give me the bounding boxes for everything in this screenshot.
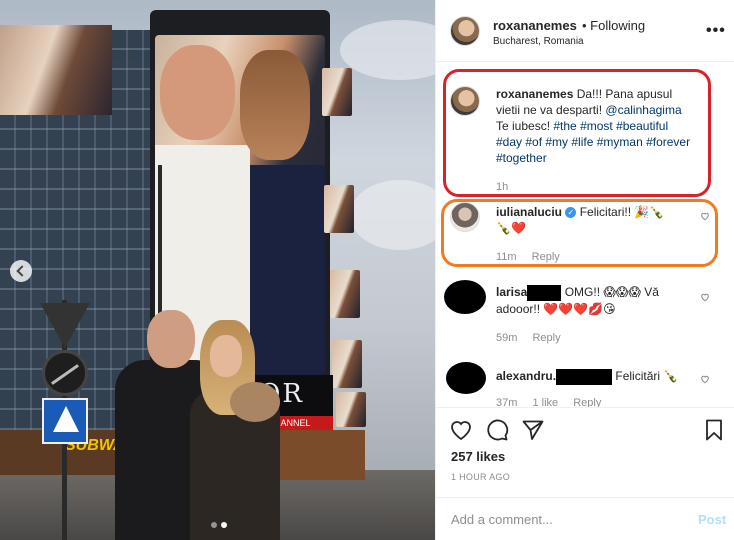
comment-meta: 37m 1 like Reply [496, 397, 601, 407]
post-timestamp[interactable]: 1 HOUR AGO [451, 472, 510, 482]
carousel-dot [211, 522, 217, 528]
more-options-icon[interactable]: ••• [706, 22, 726, 40]
carousel-dot-active [221, 522, 227, 528]
billboard-tile [332, 340, 362, 388]
highlight-box-red [443, 69, 711, 197]
billboard-tile [322, 68, 352, 116]
author-avatar[interactable] [450, 16, 480, 46]
post-header: roxananemes • Following Bucharest, Roman… [436, 0, 734, 62]
post-photo[interactable]: OR IACHANNEL SUBWAY [0, 0, 435, 540]
likes-count[interactable]: 257 likes [451, 449, 505, 464]
cloud [340, 20, 435, 80]
reply-button[interactable]: Reply [532, 332, 560, 344]
redaction-bar [556, 368, 613, 385]
previous-photo-button[interactable] [10, 260, 32, 282]
comment-time[interactable]: 59m [496, 332, 517, 344]
no-entry-sign [42, 350, 88, 396]
post-location[interactable]: Bucharest, Romania [493, 36, 584, 47]
commenter-username[interactable]: alexandru. [496, 369, 556, 383]
comment-input[interactable]: Add a comment... [451, 512, 553, 527]
bookmark-icon[interactable] [702, 418, 726, 442]
commenter-username[interactable]: larisa [496, 285, 527, 299]
follow-status[interactable]: • Following [582, 18, 645, 33]
billboard-tile [324, 185, 354, 233]
comment-icon[interactable] [485, 418, 509, 442]
comment-likes[interactable]: 1 like [532, 397, 558, 407]
post-button[interactable]: Post [698, 512, 726, 527]
comment-time[interactable]: 37m [496, 397, 517, 407]
redaction-bar [527, 284, 562, 301]
add-comment-section: Add a comment... Post [436, 497, 734, 540]
billboard-tile [330, 270, 360, 318]
share-icon[interactable] [521, 418, 545, 442]
cloud [350, 180, 435, 250]
comment-text: alexandru. Felicitări 🍾 [496, 368, 679, 385]
comment-meta: 59m Reply [496, 332, 561, 344]
commenter-avatar[interactable] [444, 280, 486, 314]
commenter-avatar[interactable] [446, 362, 486, 394]
crosswalk-sign [42, 398, 88, 444]
woman-figure [190, 320, 280, 540]
billboard-tile [336, 392, 366, 427]
comment-text: larisa OMG!! 😱😱😱 Vă adooor!! ❤️❤️❤️💋😘 [496, 284, 659, 316]
action-bar [436, 407, 734, 445]
billboard-left [0, 25, 112, 115]
reply-button[interactable]: Reply [573, 397, 601, 407]
like-comment-icon[interactable] [700, 374, 710, 384]
carousel-dots [211, 522, 227, 528]
like-comment-icon[interactable] [700, 292, 710, 302]
heart-icon[interactable] [449, 418, 473, 442]
author-username[interactable]: roxananemes [493, 18, 577, 33]
highlight-box-orange [441, 199, 718, 267]
